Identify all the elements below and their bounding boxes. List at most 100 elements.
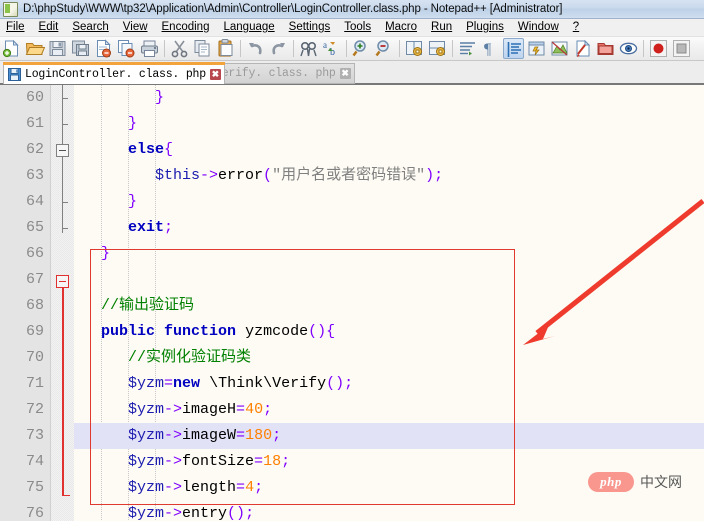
token-str: "用户名或者密码错误" bbox=[272, 167, 426, 184]
menu-item-macro[interactable]: Macro bbox=[378, 20, 424, 35]
token-op: -> bbox=[164, 427, 183, 444]
menu-item-search[interactable]: Search bbox=[65, 20, 115, 35]
word-wrap-icon[interactable] bbox=[457, 38, 478, 59]
menu-item-tools[interactable]: Tools bbox=[337, 20, 378, 35]
menu-item-encoding[interactable]: Encoding bbox=[155, 20, 217, 35]
close-icon[interactable]: ✖ bbox=[209, 69, 221, 80]
token-fn: yzmcode bbox=[245, 323, 309, 340]
save-icon[interactable] bbox=[47, 38, 68, 59]
code-text: $this->error("用户名或者密码错误"); bbox=[74, 163, 704, 189]
menu-item-window[interactable]: Window bbox=[511, 20, 566, 35]
menu-label-language: Language bbox=[223, 21, 275, 33]
sync-horizontal-scroll-icon[interactable] bbox=[427, 38, 448, 59]
show-all-characters-icon[interactable]: ¶ bbox=[480, 38, 501, 59]
svg-text:b: b bbox=[330, 47, 335, 58]
open-file-icon[interactable] bbox=[24, 38, 45, 59]
zoom-in-icon[interactable] bbox=[351, 38, 372, 59]
code-text: } bbox=[74, 85, 704, 111]
menu-label-macro: Macro bbox=[385, 21, 418, 33]
replace-icon[interactable]: ab bbox=[321, 38, 342, 59]
menu-bar: File Edit Search View Encoding Language … bbox=[0, 19, 704, 37]
token-br: } bbox=[101, 245, 111, 262]
close-icon[interactable]: ✖ bbox=[339, 68, 351, 79]
tab-label: LoginController. class. php bbox=[25, 68, 206, 81]
menu-item-help[interactable]: ? bbox=[566, 20, 586, 35]
print-icon[interactable] bbox=[139, 38, 160, 59]
token-op: = bbox=[254, 453, 264, 470]
menu-item-settings[interactable]: Settings bbox=[282, 20, 338, 35]
indent-guide-icon[interactable] bbox=[503, 38, 524, 59]
toolbar-separator bbox=[164, 40, 165, 57]
close-all-icon[interactable] bbox=[116, 38, 137, 59]
monitoring-icon[interactable] bbox=[618, 38, 639, 59]
token-num: 18 bbox=[263, 453, 282, 470]
save-all-icon[interactable] bbox=[70, 38, 91, 59]
code-text: else{ bbox=[74, 137, 704, 163]
token-op: ; bbox=[281, 453, 291, 470]
code-editor[interactable]: 60} 61} 62 else{63 $this->error("用户名或者密码错误")… bbox=[0, 85, 704, 521]
new-file-icon[interactable] bbox=[1, 38, 22, 59]
menu-label-file: File bbox=[6, 21, 25, 33]
find-icon[interactable] bbox=[298, 38, 319, 59]
token-op: -> bbox=[164, 453, 183, 470]
tab-bar: LoginController. class. php ✖ Verify. cl… bbox=[0, 61, 704, 129]
token-op: -> bbox=[164, 479, 183, 496]
code-text: } bbox=[74, 189, 704, 215]
redo-icon[interactable] bbox=[268, 38, 289, 59]
close-file-icon[interactable] bbox=[93, 38, 114, 59]
line-number: 71 bbox=[25, 375, 44, 392]
code-text: } bbox=[74, 241, 704, 267]
code-text: $yzm->entry(); bbox=[74, 501, 704, 521]
token-var: $yzm bbox=[128, 401, 165, 418]
user-defined-dialog-icon[interactable] bbox=[526, 38, 547, 59]
tab-login-controller[interactable]: LoginController. class. php ✖ bbox=[3, 62, 225, 84]
copy-icon[interactable] bbox=[192, 38, 213, 59]
line-number: 62 bbox=[25, 141, 44, 158]
sync-vertical-scroll-icon[interactable] bbox=[404, 38, 425, 59]
menu-item-edit[interactable]: Edit bbox=[32, 20, 66, 35]
cut-icon[interactable] bbox=[169, 38, 190, 59]
token-br: { bbox=[164, 141, 174, 158]
window-title: D:\phpStudy\WWW\tp32\Application\Admin\C… bbox=[23, 3, 563, 15]
folder-as-workspace-icon[interactable] bbox=[595, 38, 616, 59]
record-macro-icon[interactable] bbox=[648, 38, 669, 59]
token-kw: function bbox=[164, 323, 237, 340]
code-line: 65 exit; bbox=[0, 215, 704, 241]
toolbar-separator bbox=[643, 40, 644, 57]
token-op: ; bbox=[254, 479, 264, 496]
code-line: 61} bbox=[0, 111, 704, 137]
code-line: 70 //实例化验证码类 bbox=[0, 345, 704, 371]
toolbar-separator bbox=[346, 40, 347, 57]
paste-icon[interactable] bbox=[215, 38, 236, 59]
token-var: $yzm bbox=[128, 375, 165, 392]
code-text: } bbox=[74, 111, 704, 137]
line-number: 69 bbox=[25, 323, 44, 340]
menu-label-plugins: Plugins bbox=[466, 21, 504, 33]
document-map-icon[interactable] bbox=[549, 38, 570, 59]
toolbar-separator bbox=[240, 40, 241, 57]
menu-item-view[interactable]: View bbox=[116, 20, 155, 35]
title-bar: D:\phpStudy\WWW\tp32\Application\Admin\C… bbox=[0, 0, 704, 19]
token-op: = bbox=[236, 401, 246, 418]
token-fn: entry bbox=[182, 505, 228, 521]
token-fn: imageH bbox=[182, 401, 237, 418]
token-num: 40 bbox=[245, 401, 264, 418]
menu-item-language[interactable]: Language bbox=[216, 20, 281, 35]
menu-item-run[interactable]: Run bbox=[424, 20, 459, 35]
menu-item-file[interactable]: File bbox=[0, 20, 32, 35]
token-var: $this bbox=[155, 167, 201, 184]
code-line: 63 $this->error("用户名或者密码错误"); bbox=[0, 163, 704, 189]
function-list-icon[interactable] bbox=[572, 38, 593, 59]
zoom-out-icon[interactable] bbox=[374, 38, 395, 59]
code-line: 67 bbox=[0, 267, 704, 293]
stop-macro-icon[interactable] bbox=[671, 38, 692, 59]
code-text: //输出验证码 bbox=[74, 293, 704, 319]
watermark: php 中文网 bbox=[588, 472, 682, 492]
undo-icon[interactable] bbox=[245, 38, 266, 59]
code-text: $yzm->imageH=40; bbox=[74, 397, 704, 423]
code-text: $yzm=new \Think\Verify(); bbox=[74, 371, 704, 397]
menu-item-plugins[interactable]: Plugins bbox=[459, 20, 511, 35]
code-line: 73 $yzm->imageW=180; bbox=[0, 423, 704, 449]
